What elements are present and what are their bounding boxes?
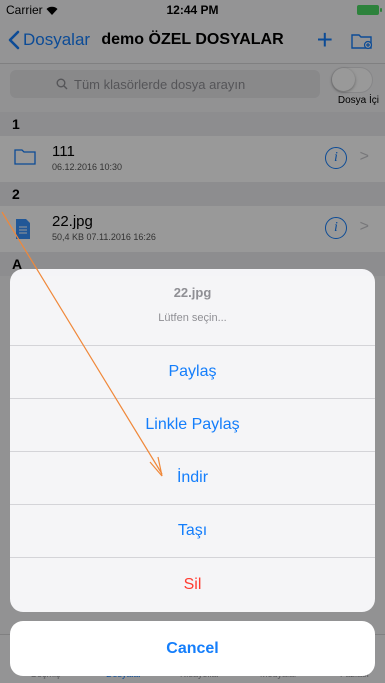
action-sheet: 22.jpg Lütfen seçin... Paylaş Linkle Pay…: [10, 269, 375, 612]
action-sheet-message: Lütfen seçin...: [158, 312, 227, 324]
share-button[interactable]: Paylaş: [10, 346, 375, 399]
delete-button[interactable]: Sil: [10, 558, 375, 611]
action-sheet-title: 22.jpg: [173, 285, 212, 300]
cancel-button[interactable]: Cancel: [10, 621, 375, 676]
download-button[interactable]: İndir: [10, 452, 375, 505]
action-sheet-header: 22.jpg Lütfen seçin...: [10, 269, 375, 346]
move-button[interactable]: Taşı: [10, 505, 375, 558]
share-link-button[interactable]: Linkle Paylaş: [10, 399, 375, 452]
